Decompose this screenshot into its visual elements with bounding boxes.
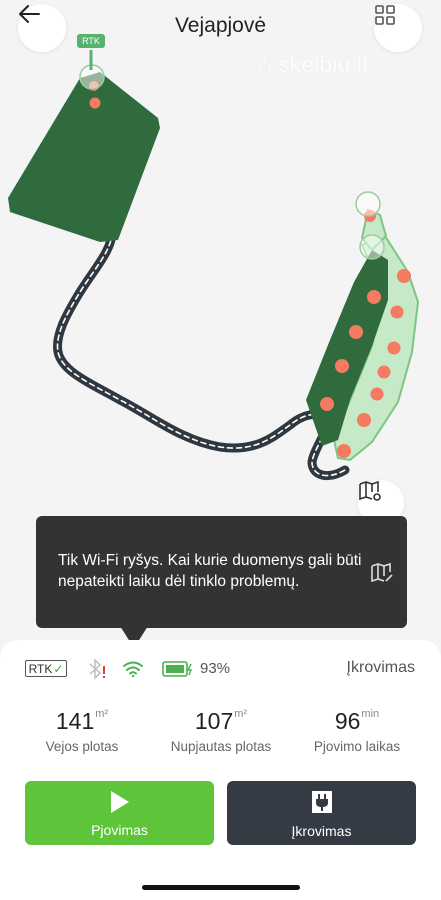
mow-button-label: Pjovimas (91, 821, 148, 838)
rtk-status-badge: RTK ✓ (25, 660, 67, 677)
charge-button[interactable]: Įkrovimas (227, 781, 416, 845)
stats-row: 141m² Vejos plotas 107m² Nupjautas plota… (0, 708, 441, 758)
menu-button[interactable] (374, 4, 422, 52)
charging-status: Įkrovimas (346, 659, 415, 676)
battery-charging-icon (162, 661, 194, 682)
status-row: RTK ✓ 93% Įkrovimas (0, 658, 441, 682)
bottom-panel: RTK ✓ 93% Įkrovimas 141m² Vejos plotas 1… (0, 640, 441, 900)
bluetooth-disconnected-icon (86, 658, 108, 685)
stat-lawn-area: 141m² Vejos plotas (45, 708, 119, 754)
stat-cut-area: 107m² Nupjautas plotas (170, 708, 272, 754)
lawn-zone-left (8, 72, 160, 242)
charge-button-label: Įkrovimas (291, 822, 352, 839)
watermark: ⁂ skelbiu.lt (256, 52, 370, 77)
mow-button[interactable]: Pjovimas (25, 781, 214, 845)
check-icon: ✓ (53, 661, 64, 676)
battery-percent: 93% (200, 660, 231, 677)
wifi-icon[interactable] (122, 660, 144, 683)
network-tooltip: Tik Wi-Fi ryšys. Kai kurie duomenys gali… (36, 516, 407, 648)
play-icon (109, 789, 131, 818)
watermark-logo-icon: ⁂ (256, 56, 275, 76)
charging-plug-icon (309, 788, 335, 819)
stat-mowing-time: 96min Pjovimo laikas (313, 708, 401, 754)
map-edit-icon[interactable] (370, 562, 394, 589)
home-indicator[interactable] (142, 885, 300, 890)
tooltip-text: Tik Wi-Fi ryšys. Kai kurie duomenys gali… (58, 552, 362, 590)
